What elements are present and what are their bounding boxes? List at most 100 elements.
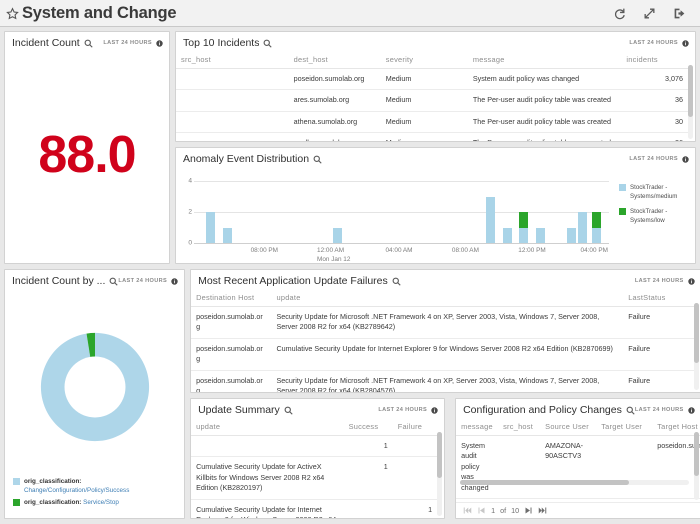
panel-body: message src_host Source User Target User…: [456, 420, 700, 502]
legend-item[interactable]: StockTrader - Systems/low: [619, 207, 689, 226]
chart-bar[interactable]: [567, 228, 576, 244]
info-icon[interactable]: [688, 407, 695, 414]
chart-bar[interactable]: [503, 228, 512, 244]
table-scroll-area[interactable]: update Success Failure 1: [191, 420, 444, 518]
magnifier-icon[interactable]: [392, 277, 401, 286]
column-header-incidents[interactable]: incidents: [621, 53, 688, 69]
vertical-scrollbar[interactable]: [688, 65, 693, 139]
table-scroll-area[interactable]: message src_host Source User Target User…: [456, 420, 700, 502]
column-header-src-host[interactable]: src_host: [498, 420, 540, 436]
legend-label: orig_classification: Service/Stop: [24, 498, 119, 507]
magnifier-icon[interactable]: [263, 39, 272, 48]
table-row[interactable]: apollo.sumolab.org Medium The Per-user a…: [176, 133, 688, 141]
bar-chart-plot-area[interactable]: 42008:00 PM12:00 AMMon Jan 12201504:00 A…: [178, 173, 613, 261]
column-header-source-user[interactable]: Source User: [540, 420, 596, 436]
cell-dest-host: apollo.sumolab.org: [289, 133, 381, 141]
column-header-dest-host[interactable]: dest_host: [289, 53, 381, 69]
column-header-destination-host[interactable]: Destination Host: [191, 291, 271, 307]
cell-last-status: Failure: [623, 307, 693, 339]
export-icon[interactable]: [673, 7, 686, 20]
table-row[interactable]: poseidon.sumolab.org Security Update for…: [191, 370, 693, 392]
star-outline-icon[interactable]: [6, 7, 19, 20]
column-header-failure[interactable]: Failure: [393, 420, 437, 436]
info-icon[interactable]: [156, 40, 163, 47]
column-header-src-host[interactable]: src_host: [176, 53, 289, 69]
prev-page-icon[interactable]: [477, 506, 486, 515]
chart-bar[interactable]: [206, 212, 215, 243]
vertical-scrollbar[interactable]: [694, 432, 699, 500]
table-row[interactable]: System audit policy was changed AMAZONA-…: [456, 436, 700, 499]
table-row[interactable]: 1: [191, 436, 437, 457]
table-scroll-area[interactable]: Destination Host update LastStatus posei…: [191, 291, 700, 392]
cell-update: Cumulative Security Update for Internet …: [191, 499, 344, 518]
first-page-icon[interactable]: [463, 506, 472, 515]
column-header-last-status[interactable]: LastStatus: [623, 291, 693, 307]
bar-chart-legend: StockTrader - Systems/medium StockTrader …: [613, 173, 691, 261]
table-row[interactable]: athena.sumolab.org Medium The Per-user a…: [176, 111, 688, 132]
legend-item[interactable]: StockTrader - Systems/medium: [619, 183, 689, 202]
vertical-scrollbar[interactable]: [437, 432, 442, 516]
panel-body: update Success Failure 1: [191, 420, 444, 518]
table-row[interactable]: Cumulative Security Update for Internet …: [191, 499, 437, 518]
table-row[interactable]: poseidon.sumolab.org Security Update for…: [191, 307, 693, 339]
info-icon[interactable]: [171, 278, 178, 285]
magnifier-icon[interactable]: [313, 155, 322, 164]
cell-target-user: [596, 436, 652, 499]
table-row[interactable]: poseidon.sumolab.org Cumulative Security…: [191, 338, 693, 370]
column-header-update[interactable]: update: [191, 420, 344, 436]
x-axis-tick: 04:00 PM: [581, 247, 608, 256]
panel-title: Update Summary: [198, 404, 280, 416]
column-header-severity[interactable]: severity: [381, 53, 468, 69]
magnifier-icon[interactable]: [626, 406, 635, 415]
panel-update-failures: Most Recent Application Update Failures …: [190, 269, 700, 393]
column-header-success[interactable]: Success: [344, 420, 393, 436]
legend-item[interactable]: orig_classification: Service/Stop: [13, 498, 178, 507]
info-icon[interactable]: [688, 278, 695, 285]
expand-icon[interactable]: [643, 7, 656, 20]
table-row[interactable]: System AMAZONA- poseidon.sumolab.org: [456, 499, 700, 502]
chart-bar[interactable]: [519, 212, 528, 243]
magnifier-icon[interactable]: [284, 406, 293, 415]
x-axis-tick: 12:00 PM: [518, 247, 545, 256]
cell-src-host: [176, 69, 289, 90]
next-page-icon[interactable]: [524, 506, 533, 515]
info-icon[interactable]: [431, 407, 438, 414]
refresh-icon[interactable]: [613, 7, 626, 20]
cell-incidents: 36: [621, 90, 688, 111]
cell-success: 1: [344, 436, 393, 457]
panel-title: Most Recent Application Update Failures: [198, 275, 388, 287]
column-header-update[interactable]: update: [271, 291, 623, 307]
donut-chart-legend: orig_classification: Change/Configuratio…: [5, 477, 184, 518]
chart-bar[interactable]: [333, 228, 342, 244]
chart-bar[interactable]: [592, 212, 601, 243]
column-header-message[interactable]: message: [468, 53, 622, 69]
info-icon[interactable]: [682, 156, 689, 163]
current-page-number[interactable]: 1: [491, 506, 495, 515]
legend-label: orig_classification: Change/Configuratio…: [24, 477, 178, 495]
column-header-message[interactable]: message: [456, 420, 498, 436]
chart-bar[interactable]: [536, 228, 545, 244]
table-row[interactable]: Cumulative Security Update for ActiveX K…: [191, 457, 437, 499]
last-page-icon[interactable]: [538, 506, 547, 515]
table-row[interactable]: ares.sumolab.org Medium The Per-user aud…: [176, 90, 688, 111]
chart-bar-segment: [206, 212, 215, 243]
magnifier-icon[interactable]: [84, 39, 93, 48]
chart-bar[interactable]: [486, 197, 495, 244]
table-scroll-area[interactable]: src_host dest_host severity message inci…: [176, 53, 695, 141]
cell-message: The Per-user audit policy table was crea…: [468, 90, 622, 111]
legend-swatch: [619, 208, 626, 215]
panel-header: Incident Count by ... LAST 24 HOURS: [5, 270, 184, 291]
chart-bar[interactable]: [223, 228, 232, 244]
vertical-scrollbar[interactable]: [694, 303, 699, 390]
table-row[interactable]: poseidon.sumolab.org Medium System audit…: [176, 69, 688, 90]
donut-chart[interactable]: [5, 291, 184, 477]
column-header-target-user[interactable]: Target User: [596, 420, 652, 436]
horizontal-scrollbar[interactable]: [460, 480, 689, 485]
bar-series-container: [194, 173, 609, 243]
column-header-target-host[interactable]: Target Host: [652, 420, 700, 436]
legend-item[interactable]: orig_classification: Change/Configuratio…: [13, 477, 178, 495]
magnifier-icon[interactable]: [109, 277, 118, 286]
info-icon[interactable]: [682, 40, 689, 47]
chart-bar[interactable]: [578, 212, 587, 243]
cell-failure: [393, 457, 437, 499]
